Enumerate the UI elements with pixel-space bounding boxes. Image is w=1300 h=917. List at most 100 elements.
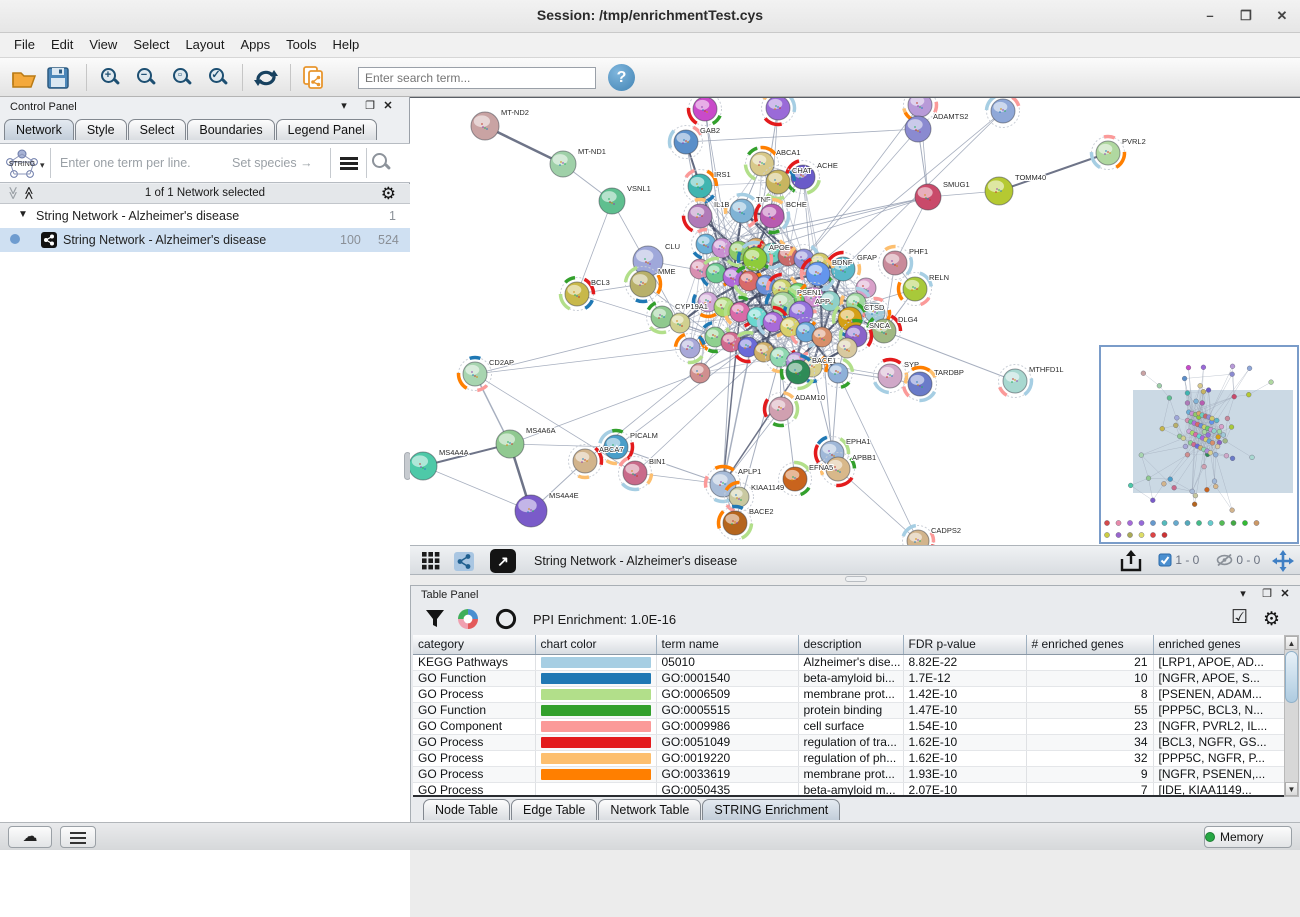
table-panel-menu-icon[interactable]: ▾: [1235, 587, 1251, 600]
scrollbar-thumb[interactable]: [1285, 651, 1298, 703]
zoom-in-button[interactable]: +: [94, 62, 126, 93]
zoom-selected-button[interactable]: ✓: [202, 62, 234, 93]
table-row[interactable]: GO ProcessGO:0006509membrane prot...1.42…: [413, 686, 1284, 702]
table-panel-float-icon[interactable]: ❐: [1259, 587, 1275, 600]
chart-color-swatch: [541, 769, 651, 780]
network-collection-row[interactable]: ▼ String Network - Alzheimer's disease 1: [0, 206, 410, 228]
table-row[interactable]: GO ProcessGO:0051049regulation of tra...…: [413, 734, 1284, 750]
svg-text:CTSD: CTSD: [864, 303, 885, 312]
string-db-dropdown-icon[interactable]: ▾: [40, 160, 45, 171]
panel-close-icon[interactable]: ✕: [380, 99, 396, 112]
scroll-down-icon[interactable]: ▼: [1285, 782, 1298, 796]
memory-status-dot: [1205, 832, 1215, 842]
filter-icon[interactable]: [425, 609, 445, 629]
table-row[interactable]: GO ComponentGO:0009986cell surface1.54E-…: [413, 718, 1284, 734]
export-network-button[interactable]: [298, 62, 330, 93]
select-rows-icon[interactable]: ☑: [1231, 606, 1248, 629]
enrichment-settings-gear-icon[interactable]: ⚙: [1263, 608, 1280, 631]
svg-text:CADPS2: CADPS2: [931, 526, 961, 535]
table-splitter-handle[interactable]: [845, 576, 867, 582]
network-row-selected[interactable]: String Network - Alzheimer's disease 100…: [0, 228, 410, 252]
cell: 23: [1026, 718, 1153, 734]
menu-view[interactable]: View: [81, 33, 125, 52]
zoom-out-button[interactable]: −: [130, 62, 162, 93]
tab-legend-panel[interactable]: Legend Panel: [276, 119, 377, 140]
export-view-button[interactable]: [1118, 549, 1148, 573]
svg-text:ACHE: ACHE: [817, 161, 838, 170]
set-species-label[interactable]: Set species →: [232, 156, 313, 170]
string-query-placeholder[interactable]: Enter one term per line.: [60, 156, 191, 170]
enrichment-table[interactable]: categorychart colorterm namedescriptionF…: [413, 635, 1284, 797]
column-header-description[interactable]: description: [798, 635, 903, 654]
table-panel-close-icon[interactable]: ✕: [1277, 587, 1293, 600]
table-header-row[interactable]: categorychart colorterm namedescriptionF…: [413, 635, 1284, 654]
task-list-button[interactable]: [60, 826, 96, 848]
string-options-icon[interactable]: [340, 157, 358, 170]
panel-float-icon[interactable]: ❐: [362, 99, 378, 112]
svg-text:MME: MME: [658, 267, 676, 276]
column-header--enriched-genes[interactable]: # enriched genes: [1026, 635, 1153, 654]
tab-string-enrichment[interactable]: STRING Enrichment: [702, 799, 840, 820]
tab-node-table[interactable]: Node Table: [423, 799, 510, 820]
table-panel-title: Table Panel: [421, 589, 479, 601]
remove-chart-icon[interactable]: [495, 608, 517, 630]
panel-menu-icon[interactable]: ▾: [336, 99, 352, 112]
svg-text:SNCA: SNCA: [869, 321, 890, 330]
table-row[interactable]: GO FunctionGO:0005515protein binding1.47…: [413, 702, 1284, 718]
share-network-icon[interactable]: [454, 552, 474, 571]
menu-select[interactable]: Select: [125, 33, 177, 52]
open-in-string-icon[interactable]: ↗: [490, 549, 516, 573]
table-row[interactable]: KEGG Pathways05010Alzheimer's dise...8.8…: [413, 654, 1284, 670]
refresh-button[interactable]: [250, 62, 282, 93]
open-session-button[interactable]: [8, 62, 40, 93]
svg-text:TOMM40: TOMM40: [1015, 173, 1046, 182]
tab-select[interactable]: Select: [128, 119, 187, 140]
save-session-button[interactable]: [42, 62, 74, 93]
maximize-button[interactable]: ❐: [1232, 6, 1260, 26]
table-scrollbar[interactable]: ▲ ▼: [1284, 635, 1299, 797]
table-row[interactable]: GO FunctionGO:0001540beta-amyloid bi...1…: [413, 670, 1284, 686]
main-toolbar: + − ▫ ✓ ?: [0, 58, 1300, 97]
minimize-button[interactable]: –: [1196, 6, 1224, 26]
network-canvas[interactable]: MT-ND2ADAMTS2GAB2PVRL2MT-ND1ABCA1ACHECHA…: [410, 97, 1300, 545]
collection-expand-icon[interactable]: ▼: [18, 209, 28, 220]
table-row[interactable]: GO ProcessGO:0050435beta-amyloid m...2.0…: [413, 782, 1284, 797]
menu-help[interactable]: Help: [325, 33, 368, 52]
menu-file[interactable]: File: [6, 33, 43, 52]
table-panel-tabs: Node TableEdge TableNetwork TableSTRING …: [423, 799, 841, 823]
tab-boundaries[interactable]: Boundaries: [187, 119, 274, 140]
cell: GO Process: [413, 686, 535, 702]
tab-network-table[interactable]: Network Table: [598, 799, 701, 820]
scroll-up-icon[interactable]: ▲: [1285, 636, 1298, 650]
table-row[interactable]: GO ProcessGO:0019220regulation of ph...1…: [413, 750, 1284, 766]
close-button[interactable]: ✕: [1268, 6, 1296, 26]
column-header-fdr-p-value[interactable]: FDR p-value: [903, 635, 1026, 654]
birdseye-grid-icon[interactable]: [422, 552, 440, 570]
menu-layout[interactable]: Layout: [177, 33, 232, 52]
string-search-icon[interactable]: [372, 153, 391, 172]
menu-apps[interactable]: Apps: [233, 33, 279, 52]
help-button[interactable]: ?: [608, 64, 635, 91]
window-title: Session: /tmp/enrichmentTest.cys: [0, 7, 1300, 23]
cell-chart-color: [535, 686, 656, 702]
cloud-button[interactable]: ☁: [8, 826, 52, 848]
column-header-term-name[interactable]: term name: [656, 635, 798, 654]
chart-settings-icon[interactable]: [457, 608, 479, 630]
string-logo[interactable]: STRING: [4, 149, 40, 179]
svg-text:EPHA1: EPHA1: [846, 437, 871, 446]
search-input[interactable]: [358, 67, 596, 89]
tab-style[interactable]: Style: [75, 119, 127, 140]
cell: 32: [1026, 750, 1153, 766]
column-header-enriched-genes[interactable]: enriched genes: [1153, 635, 1284, 654]
column-header-chart-color[interactable]: chart color: [535, 635, 656, 654]
network-options-gear-icon[interactable]: ⚙: [381, 184, 396, 204]
zoom-fit-button[interactable]: ▫: [166, 62, 198, 93]
menu-tools[interactable]: Tools: [278, 33, 324, 52]
navigator-move-icon[interactable]: [1272, 550, 1294, 572]
menu-edit[interactable]: Edit: [43, 33, 81, 52]
tab-network[interactable]: Network: [4, 119, 74, 140]
memory-button[interactable]: Memory: [1204, 826, 1292, 848]
table-row[interactable]: GO ProcessGO:0033619membrane prot...1.93…: [413, 766, 1284, 782]
tab-edge-table[interactable]: Edge Table: [511, 799, 597, 820]
column-header-category[interactable]: category: [413, 635, 535, 654]
